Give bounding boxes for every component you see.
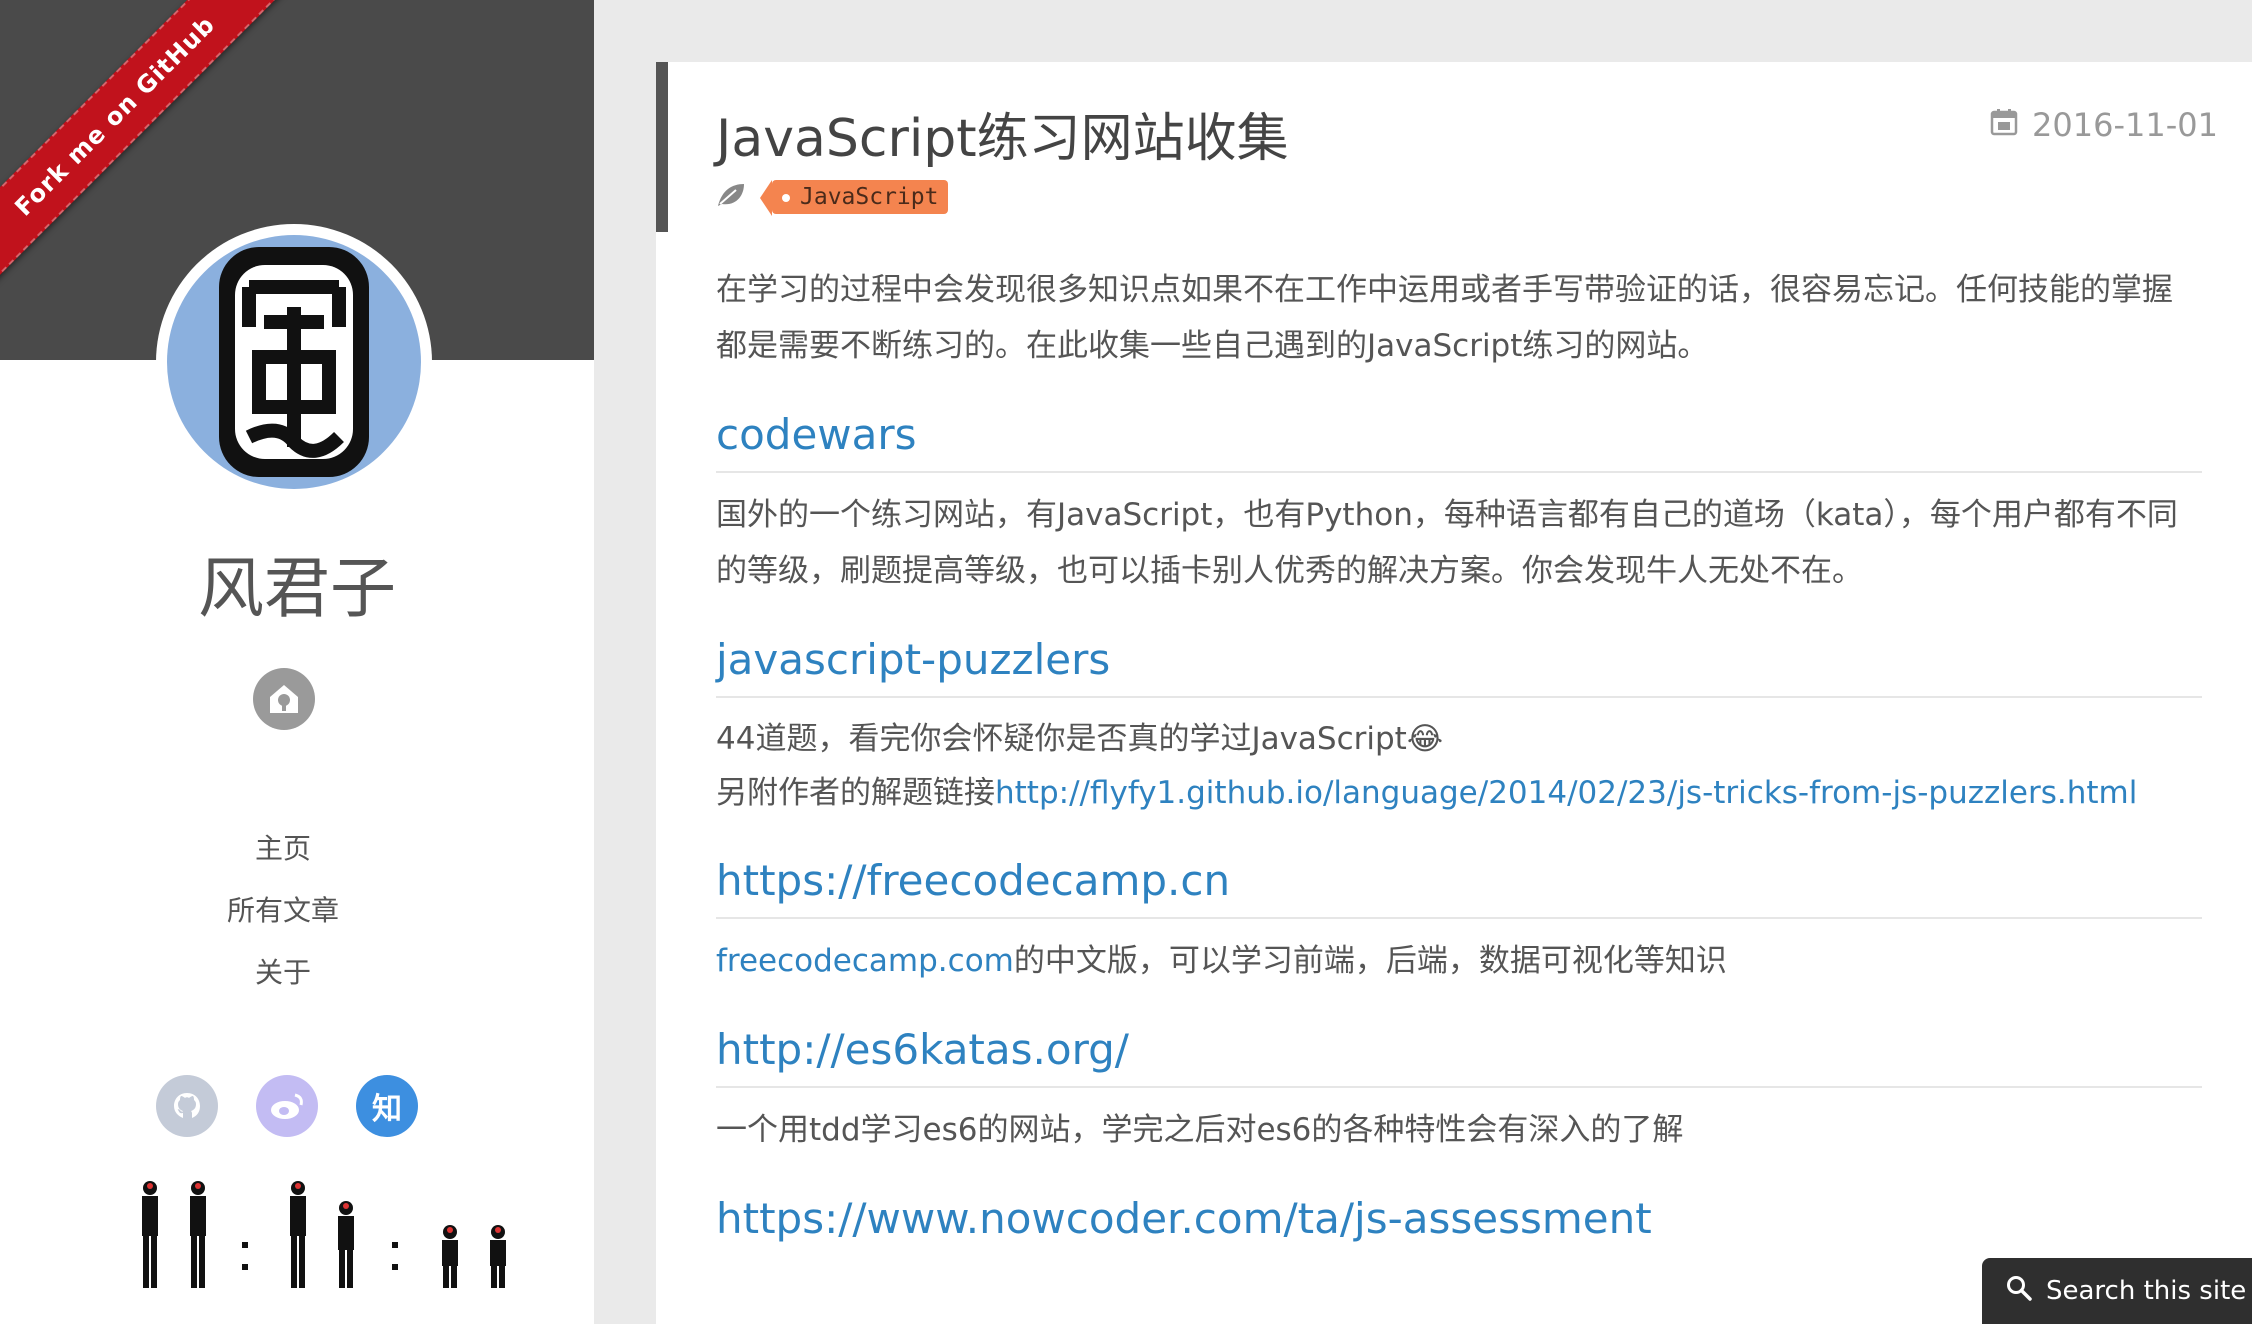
avatar[interactable]	[156, 224, 432, 500]
tag-hole-icon	[782, 194, 790, 202]
sidebar-nav: 主页 所有文章 关于	[0, 818, 566, 1004]
post-body: 在学习的过程中会发现很多知识点如果不在工作中运用或者手写带验证的话，很容易忘记。…	[716, 262, 2202, 1255]
author-name: 风君子	[198, 550, 396, 627]
nav-item-home[interactable]: 主页	[0, 818, 566, 880]
section-es6katas: http://es6katas.org/ 一个用tdd学习es6的网站，学完之后…	[716, 1025, 2202, 1158]
search-button[interactable]: Search this site	[1982, 1258, 2252, 1324]
solution-link[interactable]: http://flyfy1.github.io/language/2014/02…	[995, 775, 2137, 811]
card-accent-bar	[656, 62, 668, 232]
nav-item-all-posts[interactable]: 所有文章	[0, 880, 566, 942]
tag-label: JavaScript	[800, 184, 939, 210]
section-codewars: codewars 国外的一个练习网站，有JavaScript，也有Python，…	[716, 410, 2202, 599]
section-nowcoder: https://www.nowcoder.com/ta/js-assessmen…	[716, 1194, 2202, 1255]
section-freecodecamp: https://freecodecamp.cn freecodecamp.com…	[716, 856, 2202, 989]
section-text: 一个用tdd学习es6的网站，学完之后对es6的各种特性会有深入的了解	[716, 1112, 1684, 1148]
post-intro: 在学习的过程中会发现很多知识点如果不在工作中运用或者手写带验证的话，很容易忘记。…	[716, 272, 2173, 364]
section-text-2: 另附作者的解题链接	[716, 775, 995, 811]
post-card: JavaScript练习网站收集 2016-11-01 JavaScript 在…	[656, 62, 2252, 1324]
decorative-figures	[126, 1178, 526, 1298]
section-heading-link[interactable]: codewars	[716, 410, 917, 459]
weibo-icon[interactable]	[256, 1075, 318, 1137]
section-heading-link[interactable]: http://es6katas.org/	[716, 1025, 1129, 1074]
section-heading-link[interactable]: https://freecodecamp.cn	[716, 856, 1230, 905]
home-icon[interactable]	[253, 668, 315, 730]
section-javascript-puzzlers: javascript-puzzlers 44道题，看完你会怀疑你是否真的学过Ja…	[716, 635, 2202, 820]
search-icon	[2006, 1275, 2032, 1308]
post-date: 2016-11-01	[1990, 106, 2218, 144]
calendar-icon	[1990, 106, 2018, 144]
leaf-icon	[716, 182, 746, 212]
avatar-image	[167, 235, 421, 489]
nav-item-about[interactable]: 关于	[0, 942, 566, 1004]
section-heading-link[interactable]: https://www.nowcoder.com/ta/js-assessmen…	[716, 1194, 1652, 1243]
post-date-text: 2016-11-01	[2032, 106, 2218, 144]
search-label: Search this site	[2046, 1276, 2247, 1306]
tag-row: JavaScript	[716, 180, 949, 216]
section-heading-link[interactable]: javascript-puzzlers	[716, 635, 1110, 684]
freecodecamp-link[interactable]: freecodecamp.com	[716, 943, 1014, 979]
section-text: 的中文版，可以学习前端，后端，数据可视化等知识	[1013, 943, 1727, 979]
github-icon[interactable]	[156, 1075, 218, 1137]
sidebar: Fork me on GitHub 风君子 主页 所有文章 关于 知	[0, 0, 594, 1324]
section-text: 44道题，看完你会怀疑你是否真的学过JavaScript😂	[716, 721, 1444, 757]
zhihu-icon[interactable]: 知	[356, 1075, 418, 1137]
tag-javascript[interactable]: JavaScript	[759, 180, 949, 216]
section-text: 国外的一个练习网站，有JavaScript，也有Python，每种语言都有自己的…	[716, 497, 2178, 589]
post-title: JavaScript练习网站收集	[716, 109, 1289, 169]
